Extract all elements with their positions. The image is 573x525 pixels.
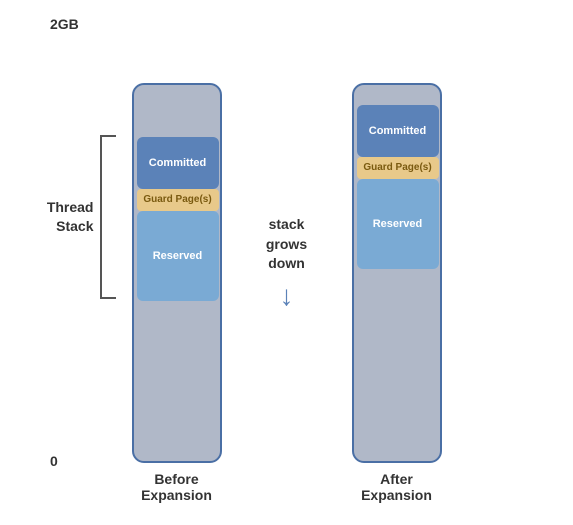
before-column-label: Before Expansion — [141, 471, 212, 503]
after-memory-column: Committed Guard Page(s) Reserved — [352, 83, 442, 463]
thread-stack-label: Thread Stack — [22, 198, 94, 234]
stack-grows-text: stack grows down — [266, 215, 307, 274]
after-committed-label: Committed — [369, 125, 426, 137]
top-label: 2GB — [50, 16, 79, 32]
before-reserved-label: Reserved — [153, 250, 203, 262]
before-reserved-section: Reserved — [137, 211, 219, 301]
after-column-label: After Expansion — [361, 471, 432, 503]
bottom-label: 0 — [50, 453, 58, 469]
after-guard-section: Guard Page(s) — [357, 157, 439, 179]
after-reserved-section: Reserved — [357, 179, 439, 269]
arrow-down: ↓ — [280, 282, 294, 310]
after-column-wrapper: Committed Guard Page(s) Reserved After E… — [352, 83, 442, 503]
main-row: Thread Stack Committed Guard Page(s) Res… — [0, 60, 573, 525]
bracket — [100, 135, 116, 299]
after-guard-label: Guard Page(s) — [363, 162, 431, 173]
before-column-wrapper: Thread Stack Committed Guard Page(s) Res… — [132, 83, 222, 503]
before-guard-label: Guard Page(s) — [143, 194, 211, 205]
thread-stack-group: Thread Stack — [22, 135, 116, 299]
before-committed-section: Committed — [137, 137, 219, 189]
middle-section: stack grows down ↓ — [242, 215, 332, 310]
before-memory-column: Committed Guard Page(s) Reserved — [132, 83, 222, 463]
diagram-container: 2GB Thread Stack Committed Guard Page(s) — [0, 0, 573, 525]
before-guard-section: Guard Page(s) — [137, 189, 219, 211]
after-reserved-label: Reserved — [373, 218, 423, 230]
before-committed-label: Committed — [149, 157, 206, 169]
after-committed-section: Committed — [357, 105, 439, 157]
